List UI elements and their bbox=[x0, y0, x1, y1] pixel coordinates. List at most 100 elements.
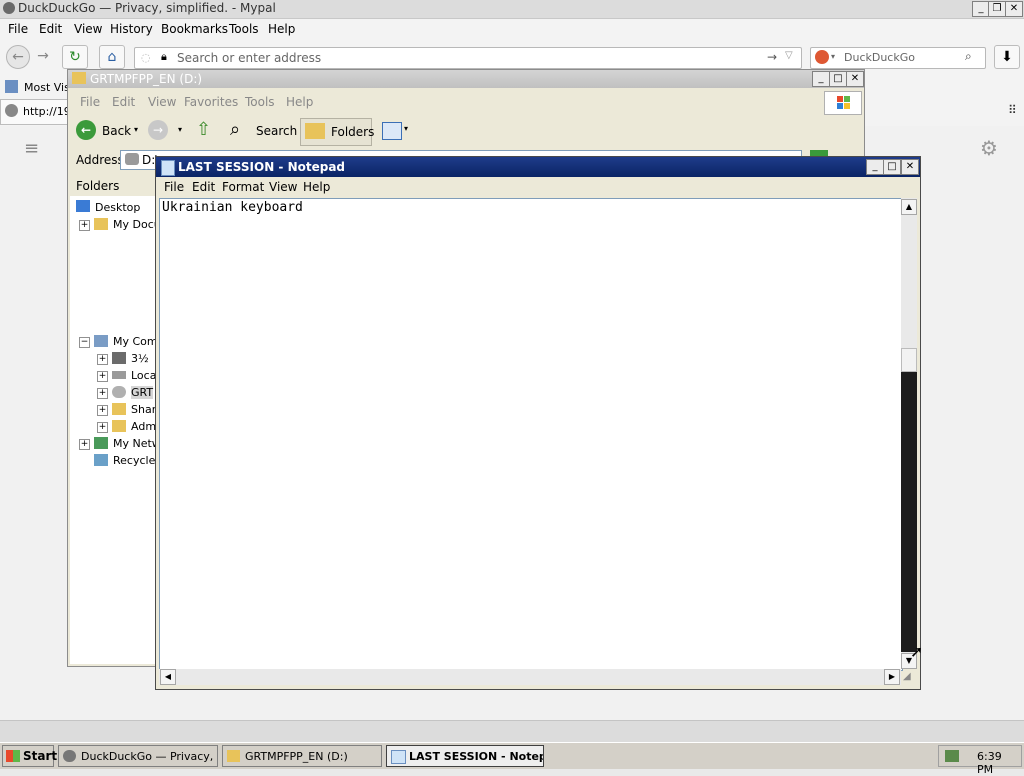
tab-list-icon[interactable]: ⠿ bbox=[1008, 103, 1017, 117]
tree-item-floppy[interactable]: 3½ bbox=[131, 352, 149, 365]
views-icon bbox=[382, 122, 402, 140]
notepad-close-icon[interactable]: ✕ bbox=[901, 159, 919, 175]
scroll-thumb[interactable] bbox=[901, 348, 917, 372]
explorer-menu-file[interactable]: File bbox=[80, 95, 100, 109]
notepad-menu-help[interactable]: Help bbox=[303, 180, 330, 194]
expand-icon[interactable]: + bbox=[97, 388, 108, 399]
forward-icon[interactable]: → bbox=[148, 120, 168, 140]
url-input-placeholder[interactable]: Search or enter address bbox=[177, 51, 321, 65]
globe-icon bbox=[5, 104, 18, 117]
task-browser[interactable]: DuckDuckGo — Privacy, ... bbox=[58, 745, 218, 767]
expand-icon[interactable]: + bbox=[97, 422, 108, 433]
start-button[interactable]: Start bbox=[2, 745, 58, 767]
menu-view[interactable]: View bbox=[74, 22, 102, 36]
network-tray-icon[interactable] bbox=[945, 750, 959, 762]
taskbar: Start DuckDuckGo — Privacy, ... GRTMPFPP… bbox=[0, 742, 1024, 776]
windows-flag-icon bbox=[6, 750, 20, 762]
tree-item-admin[interactable]: Adm bbox=[131, 420, 156, 433]
expand-icon[interactable]: + bbox=[79, 220, 90, 231]
menu-tools[interactable]: Tools bbox=[229, 22, 259, 36]
tree-item-desktop[interactable]: Desktop bbox=[95, 201, 140, 214]
tree-item-recycle-bin[interactable]: Recycle bbox=[113, 454, 155, 467]
mouse-cursor-icon: ➚ bbox=[910, 642, 924, 661]
engine-dropdown-icon[interactable]: ▾ bbox=[831, 52, 835, 61]
explorer-menu-tools[interactable]: Tools bbox=[245, 95, 275, 109]
hamburger-menu-icon[interactable]: ≡ bbox=[24, 138, 39, 159]
address-label: Address bbox=[76, 153, 124, 167]
tree-item-local-disk[interactable]: Loca bbox=[131, 369, 156, 382]
scroll-left-icon[interactable]: ◀ bbox=[160, 669, 176, 685]
go-arrow-icon[interactable]: → bbox=[767, 50, 777, 64]
scroll-right-icon[interactable]: ▶ bbox=[884, 669, 900, 685]
explorer-close-icon[interactable]: ✕ bbox=[846, 71, 864, 87]
tree-item-my-network[interactable]: My Netw bbox=[113, 437, 161, 450]
bookmark-most-visited[interactable]: Most Visi bbox=[24, 81, 73, 94]
expand-icon[interactable]: + bbox=[97, 405, 108, 416]
back-dropdown-icon[interactable]: ▾ bbox=[134, 125, 138, 134]
search-button[interactable]: ⌕ Search bbox=[228, 118, 298, 144]
search-icon[interactable]: ⌕ bbox=[965, 49, 972, 64]
resize-grip-icon[interactable]: ◢ bbox=[903, 671, 911, 682]
notepad-text-area[interactable]: Ukrainian keyboard bbox=[159, 198, 903, 671]
dropdown-icon[interactable]: ▽ bbox=[785, 50, 793, 61]
reload-icon[interactable]: ↻ bbox=[62, 45, 88, 69]
tree-item-my-documents[interactable]: My Docu bbox=[113, 218, 161, 231]
task-notepad-label: LAST SESSION - Notep... bbox=[409, 750, 543, 763]
start-label: Start bbox=[23, 749, 58, 763]
clock[interactable]: 6:39 PM bbox=[977, 750, 1021, 776]
task-notepad[interactable]: LAST SESSION - Notep... bbox=[386, 745, 544, 767]
magnifier-icon: ⌕ bbox=[230, 119, 241, 140]
back-button[interactable]: ← Back ▾ bbox=[74, 118, 142, 144]
collapse-icon[interactable]: − bbox=[79, 337, 90, 348]
vertical-scrollbar[interactable]: ▲ ▼ bbox=[901, 198, 917, 669]
notepad-menu-format[interactable]: Format bbox=[222, 180, 264, 194]
notepad-menu-edit[interactable]: Edit bbox=[192, 180, 215, 194]
explorer-menu-favorites[interactable]: Favorites bbox=[184, 95, 238, 109]
lock-icon: 🔒︎ bbox=[161, 50, 167, 63]
tree-item-shared[interactable]: Shar bbox=[131, 403, 156, 416]
up-folder-icon[interactable]: ⇧ bbox=[196, 119, 211, 140]
admin-folder-icon bbox=[112, 420, 126, 432]
tree-item-grt-drive[interactable]: GRT bbox=[131, 386, 154, 399]
folders-button[interactable]: Folders bbox=[300, 118, 375, 146]
menu-file[interactable]: File bbox=[8, 22, 28, 36]
explorer-menu-edit[interactable]: Edit bbox=[112, 95, 135, 109]
back-arrow-icon[interactable]: ← bbox=[6, 45, 30, 69]
search-bar[interactable]: ▾ DuckDuckGo ⌕ bbox=[810, 47, 986, 69]
drive-icon bbox=[125, 153, 139, 165]
menu-bookmarks[interactable]: Bookmarks bbox=[161, 22, 228, 36]
explorer-menu-view[interactable]: View bbox=[148, 95, 176, 109]
close-icon[interactable]: ✕ bbox=[1005, 1, 1023, 17]
explorer-menu-help[interactable]: Help bbox=[286, 95, 313, 109]
menu-help[interactable]: Help bbox=[268, 22, 295, 36]
expand-icon[interactable]: + bbox=[97, 354, 108, 365]
explorer-menu-bar: File Edit View Favorites Tools Help bbox=[68, 90, 864, 112]
scroll-up-icon[interactable]: ▲ bbox=[901, 199, 917, 215]
settings-gear-icon[interactable]: ⚙ bbox=[980, 136, 998, 160]
search-engine-placeholder[interactable]: DuckDuckGo bbox=[844, 51, 915, 64]
notepad-menu-file[interactable]: File bbox=[164, 180, 184, 194]
horizontal-scrollbar[interactable]: ◀ ▶ bbox=[159, 669, 901, 685]
menu-history[interactable]: History bbox=[110, 22, 153, 36]
explorer-maximize-icon[interactable]: □ bbox=[829, 71, 847, 87]
menu-edit[interactable]: Edit bbox=[39, 22, 62, 36]
folders-header: Folders bbox=[70, 174, 156, 196]
search-label: Search bbox=[256, 124, 298, 138]
forward-arrow-icon[interactable]: → bbox=[32, 45, 54, 67]
restore-icon[interactable]: ❐ bbox=[988, 1, 1006, 17]
expand-icon[interactable]: + bbox=[97, 371, 108, 382]
explorer-minimize-icon[interactable]: _ bbox=[812, 71, 830, 87]
notepad-maximize-icon[interactable]: □ bbox=[883, 159, 901, 175]
forward-dropdown-icon[interactable]: ▾ bbox=[178, 125, 182, 134]
folders-panel: Folders Desktop + My Docu − My Comp + 3½… bbox=[70, 174, 165, 664]
url-bar[interactable]: ◌ 🔒︎ Search or enter address → ▽ bbox=[134, 47, 802, 69]
task-explorer[interactable]: GRTMPFPP_EN (D:) bbox=[222, 745, 382, 767]
home-icon[interactable]: ⌂ bbox=[99, 45, 125, 69]
download-icon[interactable]: ⬇ bbox=[994, 45, 1020, 69]
task-explorer-label: GRTMPFPP_EN (D:) bbox=[245, 750, 348, 763]
expand-icon[interactable]: + bbox=[79, 439, 90, 450]
notepad-menu-view[interactable]: View bbox=[269, 180, 297, 194]
notepad-minimize-icon[interactable]: _ bbox=[866, 159, 884, 175]
views-button[interactable]: ▾ bbox=[380, 120, 412, 142]
folders-label: Folders bbox=[331, 125, 375, 139]
